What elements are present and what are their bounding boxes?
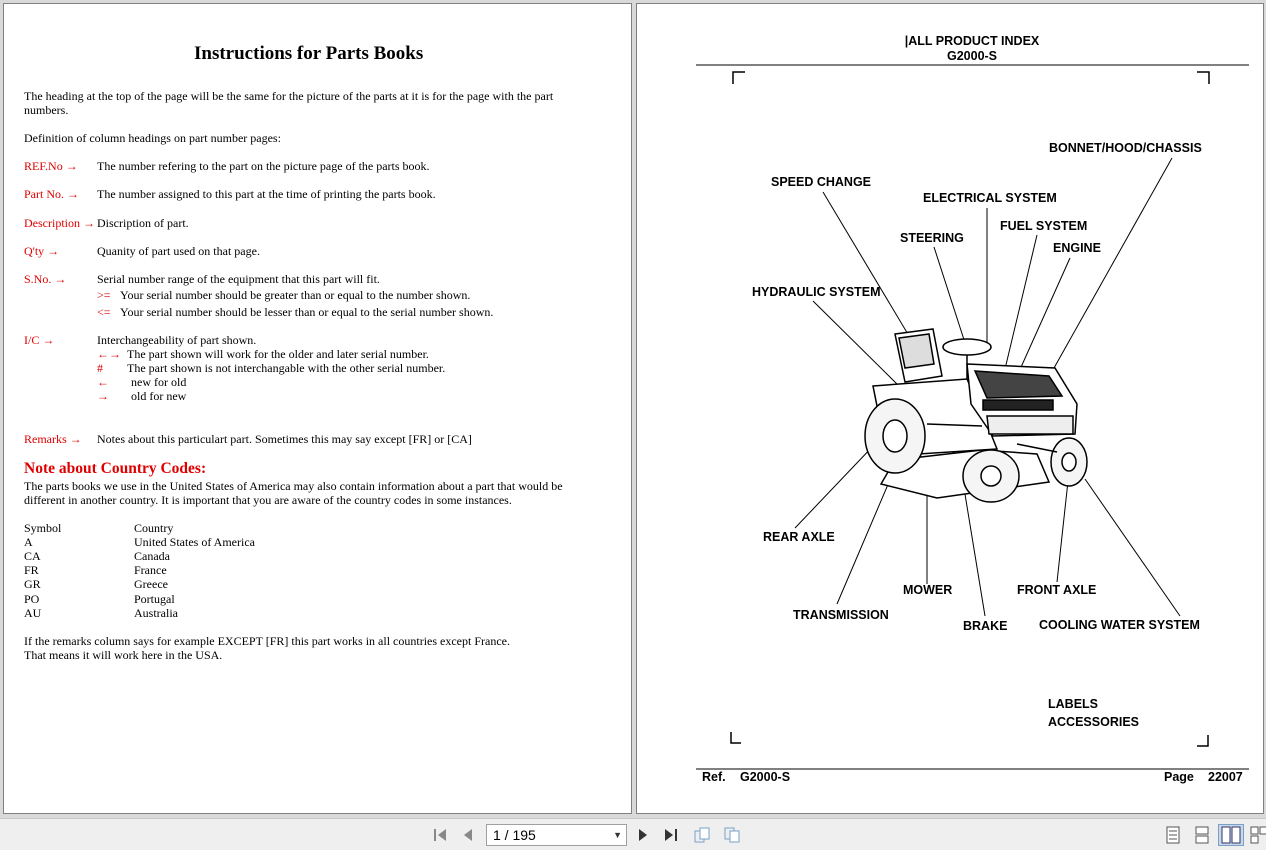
country-name: Canada	[134, 549, 170, 563]
def-desc-refno: The number refering to the part on the p…	[97, 159, 430, 173]
corner-mark-top-left	[732, 71, 745, 84]
intro-text-1: The heading at the top of the page will …	[24, 89, 554, 103]
def-desc-remarks: Notes about this particulart part. Somet…	[97, 432, 472, 446]
label-steering[interactable]: STEERING	[900, 231, 964, 245]
footer-text-2: That means it will work here in the USA.	[24, 648, 223, 662]
corner-mark-bottom-left	[730, 732, 741, 744]
diagram-graphics	[696, 64, 1249, 770]
footer-ref-label: Ref.	[702, 770, 726, 784]
label-labels[interactable]: LABELS	[1048, 697, 1098, 711]
country-symbol: PO	[24, 592, 40, 606]
note-text-2: different in another country. It is impo…	[24, 493, 512, 507]
label-accessories[interactable]: ACCESSORIES	[1048, 715, 1139, 729]
footer-page-label: Page	[1164, 770, 1194, 784]
country-name: Portugal	[134, 592, 175, 606]
definition-line: Definition of column headings on part nu…	[24, 131, 281, 145]
label-fuel-system[interactable]: FUEL SYSTEM	[1000, 219, 1087, 233]
first-page-icon[interactable]	[430, 824, 450, 846]
sno-sym-le: <=	[97, 305, 111, 319]
def-desc-partno: The number assigned to this part at the …	[97, 187, 436, 201]
two-page-icon[interactable]	[1218, 824, 1244, 846]
two-page-continuous-icon[interactable]	[1250, 824, 1266, 846]
label-mower[interactable]: MOWER	[903, 583, 952, 597]
def-term-qty: Q'ty →	[24, 244, 60, 258]
def-desc-sno: Serial number range of the equipment tha…	[97, 272, 380, 286]
footer-text-1: If the remarks column says for example E…	[24, 634, 510, 648]
country-symbol: A	[24, 535, 33, 549]
ic-sym-both: ←→	[97, 347, 121, 361]
ic-text-both: The part shown will work for the older a…	[127, 347, 429, 361]
ic-text-hash: The part shown is not interchangable wit…	[127, 361, 446, 375]
label-brake[interactable]: BRAKE	[963, 619, 1007, 633]
note-heading: Note about Country Codes:	[24, 460, 207, 477]
label-engine[interactable]: ENGINE	[1053, 241, 1101, 255]
corner-mark-bottom-right	[1197, 735, 1209, 747]
label-rear-axle[interactable]: REAR AXLE	[763, 530, 835, 544]
sno-sym-ge: >=	[97, 288, 111, 302]
footer-ref-value: G2000-S	[740, 770, 791, 784]
def-desc-description: Discription of part.	[97, 216, 189, 230]
ic-sym-left: ←	[97, 375, 109, 389]
def-term-sno: S.No. →	[24, 272, 67, 286]
label-electrical-system[interactable]: ELECTRICAL SYSTEM	[923, 191, 1057, 205]
page-number-input[interactable]: 1 / 195 ▼	[486, 824, 627, 846]
ic-text-right: old for new	[131, 389, 187, 403]
footer-page-value: 22007	[1208, 770, 1243, 784]
prev-page-icon[interactable]	[458, 824, 478, 846]
country-symbol: AU	[24, 606, 42, 620]
note-text-1: The parts books we use in the United Sta…	[24, 479, 563, 493]
country-name: France	[134, 563, 167, 577]
country-header-country: Country	[134, 521, 174, 535]
sno-text-ge: Your serial number should be greater tha…	[120, 288, 471, 302]
country-name: Greece	[134, 577, 168, 591]
label-front-axle[interactable]: FRONT AXLE	[1017, 583, 1096, 597]
chevron-down-icon[interactable]: ▼	[613, 825, 622, 845]
def-term-refno: REF.No →	[24, 159, 78, 173]
country-header-symbol: Symbol	[24, 521, 62, 535]
def-desc-qty: Quanity of part used on that page.	[97, 244, 260, 258]
ic-text-left: new for old	[131, 375, 187, 389]
def-term-ic: I/C →	[24, 333, 55, 347]
ic-sym-right: →	[97, 389, 109, 403]
viewer-toolbar: 1 / 195 ▼	[0, 818, 1266, 850]
next-page-icon[interactable]	[633, 824, 653, 846]
tractor-illustration	[864, 328, 1088, 503]
intro-text-2: numbers.	[24, 103, 69, 117]
label-hydraulic-system[interactable]: HYDRAULIC SYSTEM	[752, 285, 880, 299]
last-page-icon[interactable]	[661, 824, 681, 846]
sno-text-le: Your serial number should be lesser than…	[120, 305, 494, 319]
def-term-description: Description →	[24, 216, 95, 230]
right-page: |ALL PRODUCT INDEX G2000-S BONNET/HOOD/C…	[636, 3, 1264, 814]
country-name: Australia	[134, 606, 178, 620]
country-name: United States of America	[134, 535, 255, 549]
label-speed-change[interactable]: SPEED CHANGE	[771, 175, 871, 189]
continuous-icon[interactable]	[1192, 824, 1212, 846]
corner-mark-top-right	[1197, 71, 1210, 84]
def-term-partno: Part No. →	[24, 187, 79, 201]
label-cooling-water-system[interactable]: COOLING WATER SYSTEM	[1039, 618, 1200, 632]
country-symbol: CA	[24, 549, 41, 563]
country-symbol: GR	[24, 577, 41, 591]
page-title: Instructions for Parts Books	[194, 43, 424, 64]
single-page-icon[interactable]	[1163, 824, 1183, 846]
def-term-remarks: Remarks →	[24, 432, 82, 446]
ic-sym-hash: #	[97, 361, 103, 375]
def-desc-ic: Interchangeability of part shown.	[97, 333, 257, 347]
country-symbol: FR	[24, 563, 39, 577]
left-page: Instructions for Parts Books The heading…	[3, 3, 632, 814]
label-bonnet-hood-chassis[interactable]: BONNET/HOOD/CHASSIS	[1049, 141, 1202, 155]
label-transmission[interactable]: TRANSMISSION	[793, 608, 889, 622]
fit-icon[interactable]	[721, 824, 743, 846]
page-indicator: 1 / 195	[493, 827, 536, 843]
rotate-icon[interactable]	[691, 824, 713, 846]
